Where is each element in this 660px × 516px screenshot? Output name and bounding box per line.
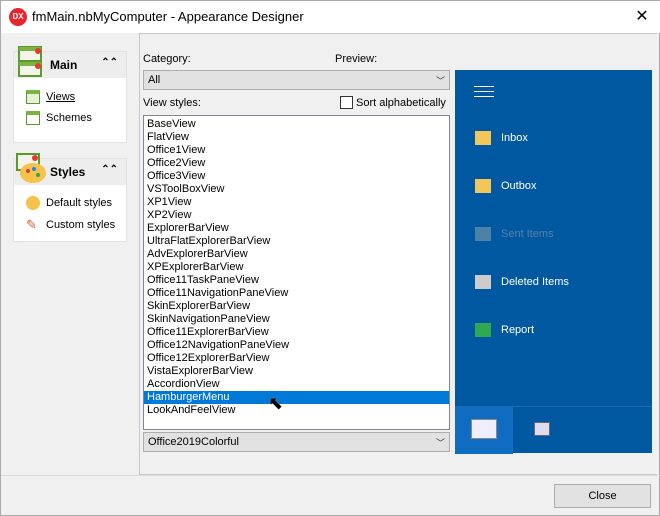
scheme-value: Office2019Colorful — [148, 436, 239, 448]
list-item[interactable]: Office11TaskPaneView — [144, 274, 449, 287]
list-item[interactable]: UltraFlatExplorerBarView — [144, 235, 449, 248]
views-icon — [26, 90, 40, 104]
sidebar-group-main: Main ⌃⌃ Views Schemes — [13, 46, 127, 143]
nav-item[interactable]: Sent Items — [475, 227, 554, 241]
list-item[interactable]: ExplorerBarView — [144, 222, 449, 235]
list-item[interactable]: Office11NavigationPaneView — [144, 287, 449, 300]
list-item[interactable]: XP1View — [144, 196, 449, 209]
view-styles-label: View styles: — [143, 97, 201, 109]
sidebar-group-styles: Styles ⌃⌃ Default styles ✎ Custom styles — [13, 153, 127, 242]
group-header-main[interactable]: Main ⌃⌃ — [14, 46, 126, 78]
sidebar-item-schemes[interactable]: Schemes — [26, 110, 92, 126]
inbox-icon — [475, 131, 491, 145]
category-dropdown[interactable]: All ﹀ — [143, 70, 450, 90]
sidebar-item-label: Custom styles — [46, 219, 116, 231]
mouse-cursor-icon: ⬉ — [268, 393, 284, 413]
nav-item-label: Deleted Items — [501, 276, 569, 288]
group-title: Styles — [50, 165, 86, 179]
list-item[interactable]: AccordionView — [144, 378, 449, 391]
list-item[interactable]: XP2View — [144, 209, 449, 222]
checkbox-box[interactable] — [340, 96, 353, 109]
list-item[interactable]: Office3View — [144, 170, 449, 183]
hamburger-menu-preview: Inbox Outbox Sent Items Deleted Items Report — [455, 70, 652, 454]
list-item[interactable]: Office12NavigationPaneView — [144, 339, 449, 352]
chevron-down-icon: ﹀ — [435, 438, 445, 448]
nav-item-label: Sent Items — [501, 228, 554, 240]
footer-divider — [1, 475, 660, 476]
report-icon — [475, 323, 491, 337]
list-item[interactable]: BaseView — [144, 118, 449, 131]
schemes-icon — [26, 111, 40, 125]
sidebar-item-label: Views — [46, 91, 76, 103]
close-button[interactable]: Close — [554, 484, 651, 508]
list-item[interactable]: VSToolBoxView — [144, 183, 449, 196]
mail-tab[interactable] — [455, 407, 513, 454]
nav-item[interactable]: Outbox — [475, 179, 536, 193]
preview-label: Preview: — [335, 53, 378, 65]
sent-items-icon — [475, 227, 491, 241]
title-bar: DX fmMain.nbMyComputer - Appearance Desi… — [1, 1, 660, 33]
view-styles-list[interactable]: BaseView FlatView Office1View Office2View Of… — [143, 115, 450, 430]
sidebar-item-label: Default styles — [46, 197, 113, 209]
list-item[interactable]: SkinExplorerBarView — [144, 300, 449, 313]
sort-alphabetically-checkbox[interactable]: Sort alphabetically — [340, 96, 446, 109]
outbox-icon — [475, 179, 491, 193]
sidebar-item-default-styles[interactable]: Default styles — [26, 195, 112, 211]
sidebar-item-label: Schemes — [46, 112, 92, 124]
nav-item-label: Report — [501, 324, 535, 336]
category-label: Category: — [143, 53, 191, 65]
sidebar-item-custom-styles[interactable]: ✎ Custom styles — [26, 217, 115, 233]
sort-label: Sort alphabetically — [356, 96, 446, 109]
list-item[interactable]: AdvExplorerBarView — [144, 248, 449, 261]
nav-item[interactable]: Inbox — [475, 131, 528, 145]
list-item[interactable]: Office12ExplorerBarView — [144, 352, 449, 365]
close-icon[interactable]: ✕ — [631, 6, 653, 26]
scheme-dropdown[interactable]: Office2019Colorful ﹀ — [143, 432, 450, 452]
contact-card-icon[interactable] — [534, 422, 550, 436]
nav-item-label: Inbox — [501, 132, 528, 144]
list-item[interactable]: XPExplorerBarView — [144, 261, 449, 274]
nav-item-label: Outbox — [501, 180, 537, 192]
list-item[interactable]: SkinNavigationPaneView — [144, 313, 449, 326]
views-group-icon — [18, 46, 42, 77]
nav-item[interactable]: Report — [475, 323, 534, 337]
collapse-chevron-icon[interactable]: ⌃⌃ — [101, 57, 118, 68]
chevron-down-icon: ﹀ — [435, 76, 445, 86]
list-item[interactable]: FlatView — [144, 131, 449, 144]
sidebar-item-views[interactable]: Views — [26, 89, 75, 105]
list-item[interactable]: Office11ExplorerBarView — [144, 326, 449, 339]
list-item[interactable]: LookAndFeelView — [144, 404, 449, 417]
palette-icon — [26, 196, 40, 210]
window-title: fmMain.nbMyComputer - Appearance Designe… — [32, 9, 304, 24]
list-item[interactable]: HamburgerMenu — [144, 391, 449, 404]
group-header-styles[interactable]: Styles ⌃⌃ — [14, 153, 126, 185]
list-item[interactable]: Office1View — [144, 144, 449, 157]
group-title: Main — [50, 58, 78, 72]
app-logo: DX — [9, 8, 27, 26]
pencil-icon: ✎ — [26, 217, 37, 232]
envelope-icon — [471, 419, 497, 439]
bottom-bar — [455, 406, 652, 454]
category-value: All — [148, 74, 161, 86]
hamburger-icon[interactable] — [474, 86, 494, 97]
list-item[interactable]: Office2View — [144, 157, 449, 170]
list-item[interactable]: VistaExplorerBarView — [144, 365, 449, 378]
collapse-chevron-icon[interactable]: ⌃⌃ — [101, 164, 118, 175]
nav-item[interactable]: Deleted Items — [475, 275, 569, 289]
styles-group-icon — [16, 153, 46, 183]
deleted-items-icon — [475, 275, 491, 289]
